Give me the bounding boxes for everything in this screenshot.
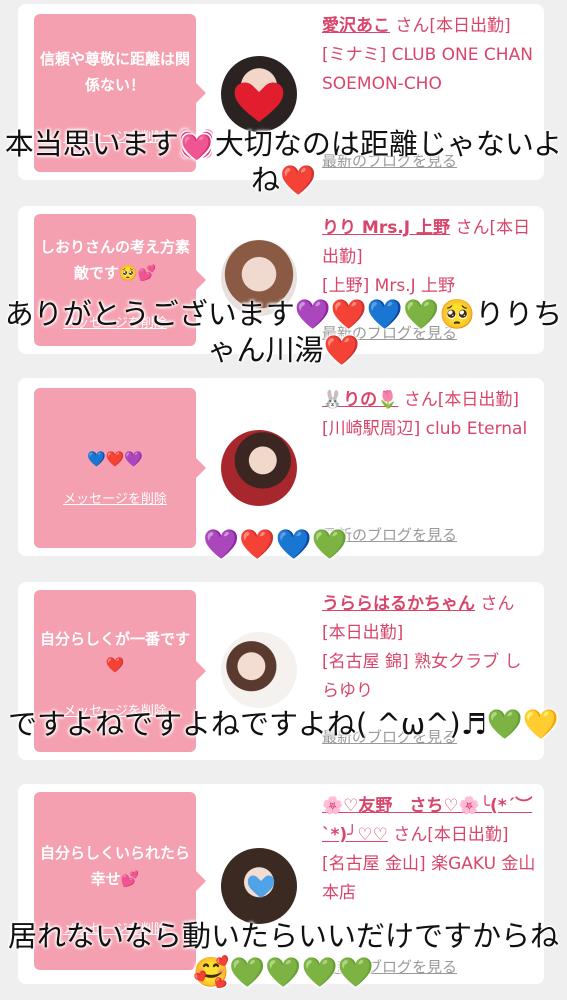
message-text: 信頼や尊敬に距離は関係ない！: [40, 50, 191, 94]
heart-sticker-icon: [247, 875, 275, 898]
overlay-comment-5: 居れないなら動いたらいいだけですからね🥰💚💚💚💚: [7, 919, 559, 989]
profile-info: うららはるかちゃん さん[本日出勤] [名古屋 錦] 熟女クラブ しらゆり: [322, 590, 536, 706]
message-text: 💙❤️💜: [86, 450, 144, 468]
profile-info: りり Mrs.J 上野 さん[本日出勤] [上野] Mrs.J 上野: [322, 214, 536, 301]
message-text: 自分らしくいられたら幸せ💕: [40, 844, 191, 888]
heart-sticker-icon: [234, 82, 284, 122]
delete-message-link[interactable]: メッセージを削除: [34, 488, 196, 507]
profile-status: さん[本日出勤]: [403, 390, 520, 410]
overlay-comment-1: 本当思います💓大切なのは距離じゃないよね❤️: [4, 127, 563, 197]
profile-status: さん[本日出勤]: [393, 825, 509, 845]
avatar[interactable]: [221, 56, 297, 132]
shop-name: [ミナミ] CLUB ONE CHAN SOEMON-CHO: [322, 45, 533, 94]
profile-name-link[interactable]: うららはるかちゃん: [322, 594, 475, 614]
shop-name: [名古屋 金山] 楽GAKU 金山本店: [322, 854, 536, 903]
avatar[interactable]: [221, 632, 297, 708]
avatar[interactable]: [221, 430, 297, 506]
message-text: しおりさんの考え方素敵です🥺💕: [40, 238, 191, 282]
overlay-comment-3: 💜❤️💙💚: [203, 527, 348, 561]
message-bubble: 💙❤️💜 メッセージを削除: [34, 388, 206, 548]
profile-name-link[interactable]: 🐰りの🌷: [322, 390, 398, 410]
profile-info: 愛沢あこ さん[本日出勤] [ミナミ] CLUB ONE CHAN SOEMON…: [322, 12, 536, 99]
shop-name: [名古屋 錦] 熟女クラブ しらゆり: [322, 652, 522, 701]
shop-name: [上野] Mrs.J 上野: [322, 276, 456, 296]
avatar[interactable]: [221, 848, 297, 924]
overlay-comment-2: ありがとうございます💜❤️💙💚🥺りりちゃん川湯❤️: [4, 297, 563, 367]
profile-info: 🐰りの🌷 さん[本日出勤] [川崎駅周辺] club Eternal: [322, 386, 536, 444]
profile-name-link[interactable]: りり Mrs.J 上野: [322, 218, 450, 238]
profile-info: 🌸♡友野 さち♡🌸╰(*´︶`*)╯♡♡ さん[本日出勤] [名古屋 金山] 楽…: [322, 792, 536, 908]
message-text: 自分らしくが一番です❤️: [40, 630, 191, 674]
profile-name-link[interactable]: 愛沢あこ: [322, 16, 390, 36]
overlay-comment-4: ですよねですよねですよね( ^ω^)♬💚💛: [8, 707, 559, 741]
shop-name: [川崎駅周辺] club Eternal: [322, 419, 528, 439]
profile-status: さん[本日出勤]: [395, 16, 511, 36]
